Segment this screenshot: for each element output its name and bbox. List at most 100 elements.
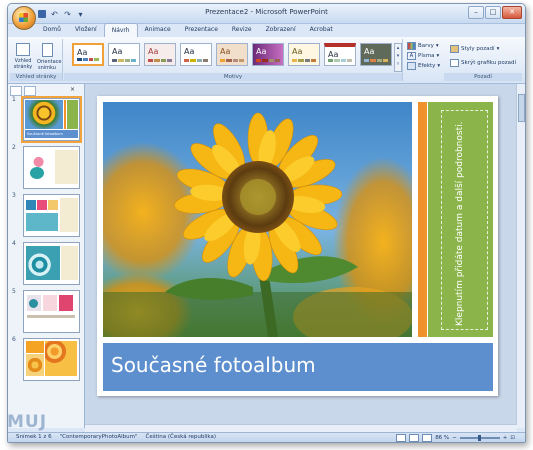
thumbnail-2[interactable]: 2 [8,144,82,190]
colors-icon [407,42,416,50]
zoom-level[interactable]: 86 % [435,435,449,441]
flowers-thumb-image [45,341,77,376]
page-setup-icon [16,43,30,56]
theme-concourse[interactable]: Aa [216,43,248,66]
page-setup-button[interactable]: Vzhled stránky [13,43,33,70]
theme-foundry[interactable]: Aa [324,43,356,66]
pane-tabs: × [10,86,80,96]
slide-orientation-button[interactable]: Orientace snímku [37,43,61,71]
outline-tab[interactable] [24,86,36,96]
current-slide: Klepnutím přidáte datum a další podrobno… [97,96,498,396]
powerpoint-window: ↶ ↷ ▾ Prezentace2 - Microsoft PowerPoint… [7,3,526,443]
theme-civic[interactable]: Aa [180,43,212,66]
slide-thumbnail[interactable]: Současné fotoalbum [21,96,82,143]
effects-icon [407,62,416,70]
thumb-shape [37,200,47,210]
slides-tab[interactable] [10,86,22,96]
window-title: Prezentace2 - Microsoft PowerPoint [205,8,328,16]
tab-slideshow[interactable]: Prezentace [178,23,225,37]
thumb-accent [64,100,66,129]
thumb-shape [26,213,58,231]
orange-accent-bar [418,102,427,337]
date-placeholder-panel[interactable]: Klepnutím přidáte datum a další podrobno… [428,102,493,337]
slide-title-box[interactable]: Současné fotoalbum [103,343,493,391]
fit-window-icon[interactable]: ⊡ [510,435,515,441]
thumb-shape [26,354,44,376]
thumb-shape [59,295,73,311]
thumb-title: Současné fotoalbum [25,130,78,138]
slideshow-view-icon[interactable] [422,434,433,442]
theme-median[interactable]: Aa [360,43,392,66]
normal-view-icon[interactable] [396,434,407,442]
tab-view[interactable]: Zobrazení [259,23,303,37]
thumb-green [67,100,78,129]
slide-sorter-icon[interactable] [409,434,420,442]
maximize-button[interactable]: □ [485,6,501,19]
vertical-scrollbar[interactable] [516,84,525,428]
tab-home[interactable]: Domů [36,23,68,37]
tab-design[interactable]: Návrh [103,23,138,38]
theme-fonts-button[interactable]: A Písma ▾ [407,52,439,60]
tab-review[interactable]: Revize [225,23,259,37]
themes-group: Aa Aa Aa Aa Aa Aa Aa Aa Aa ▴ ▾ ▿ Motivy [64,39,403,81]
minimize-button[interactable]: – [468,6,484,19]
zoom-in-icon[interactable]: + [503,435,508,441]
title-bar: ↶ ↷ ▾ Prezentace2 - Microsoft PowerPoint… [8,4,525,24]
tab-animations[interactable]: Animace [138,23,178,37]
thumbnail-4[interactable]: 4 [8,240,82,286]
theme-colors-button[interactable]: Barvy ▾ [407,42,439,50]
close-button[interactable]: ✕ [502,6,522,19]
background-styles-button[interactable]: Styly pozadí ▾ [450,45,499,53]
theme-options-group: Barvy ▾ A Písma ▾ Efekty ▾ [404,39,444,81]
side-placeholder-text[interactable]: Klepnutím přidáte datum a další podrobno… [451,91,469,326]
thumbnail-1[interactable]: 1 Současné fotoalbum [8,96,82,143]
group-label-page-setup: Vzhled stránky [10,73,62,81]
background-styles-icon [450,45,459,53]
glass-thumb-image [26,246,60,280]
theme-flow[interactable]: Aa [288,43,320,66]
thumb-shape [30,167,44,179]
theme-apex[interactable]: Aa [108,43,140,66]
office-button[interactable] [12,6,36,30]
sunflower-photo[interactable] [103,102,412,337]
slide-thumbnail[interactable] [23,146,80,189]
status-theme-name: "ContemporaryPhotoAlbum" [59,434,138,440]
hide-background-graphics-checkbox[interactable]: Skrýt grafiku pozadí [450,59,516,67]
slide-thumbnail[interactable] [23,338,80,381]
theme-aspect[interactable]: Aa [144,43,176,66]
thumb-panel [60,198,78,232]
slides-pane: × 1 Současné fotoalbum 2 3 4 5 6 [8,84,85,428]
fonts-icon: A [407,52,416,60]
tab-insert[interactable]: Vložení [68,23,104,37]
slide-title[interactable]: Současné fotoalbum [111,353,316,377]
thumb-shape [43,295,57,311]
theme-effects-button[interactable]: Efekty ▾ [407,62,440,70]
thumb-shape [26,341,44,353]
zoom-slider-thumb[interactable] [477,435,481,441]
office-logo-icon [19,13,28,22]
thumb-shape [26,200,36,210]
thumb-panel [61,246,78,280]
slide-thumbnail[interactable] [23,242,80,285]
thumbnail-5[interactable]: 5 [8,288,82,334]
thumbnail-6[interactable]: 6 [8,336,82,382]
slide-thumbnail[interactable] [23,194,80,237]
checkbox-icon [450,59,459,67]
ribbon-tabs: Domů Vložení Návrh Animace Prezentace Re… [36,23,340,38]
slide-thumbnail[interactable] [23,290,80,333]
page-setup-group: Vzhled stránky Orientace snímku Vzhled s… [10,39,63,81]
thumbnail-3[interactable]: 3 [8,192,82,238]
close-pane-icon[interactable]: × [70,86,80,94]
scroll-thumb[interactable] [518,94,525,122]
theme-office-default[interactable]: Aa [72,43,104,66]
status-language[interactable]: Čeština (Česká republika) [146,434,216,440]
zoom-out-icon[interactable]: − [452,435,457,441]
tab-acrobat[interactable]: Acrobat [303,23,340,37]
group-label-background: Pozadí [444,73,522,81]
background-group: Styly pozadí ▾ Skrýt grafiku pozadí Pozad… [444,39,522,81]
zoom-slider[interactable] [459,435,500,441]
theme-equity[interactable]: Aa [252,43,284,66]
thumb-shape [29,299,38,308]
sunflower-thumb-image [25,100,63,129]
themes-scroll[interactable]: ▴ ▾ ▿ [394,43,402,72]
